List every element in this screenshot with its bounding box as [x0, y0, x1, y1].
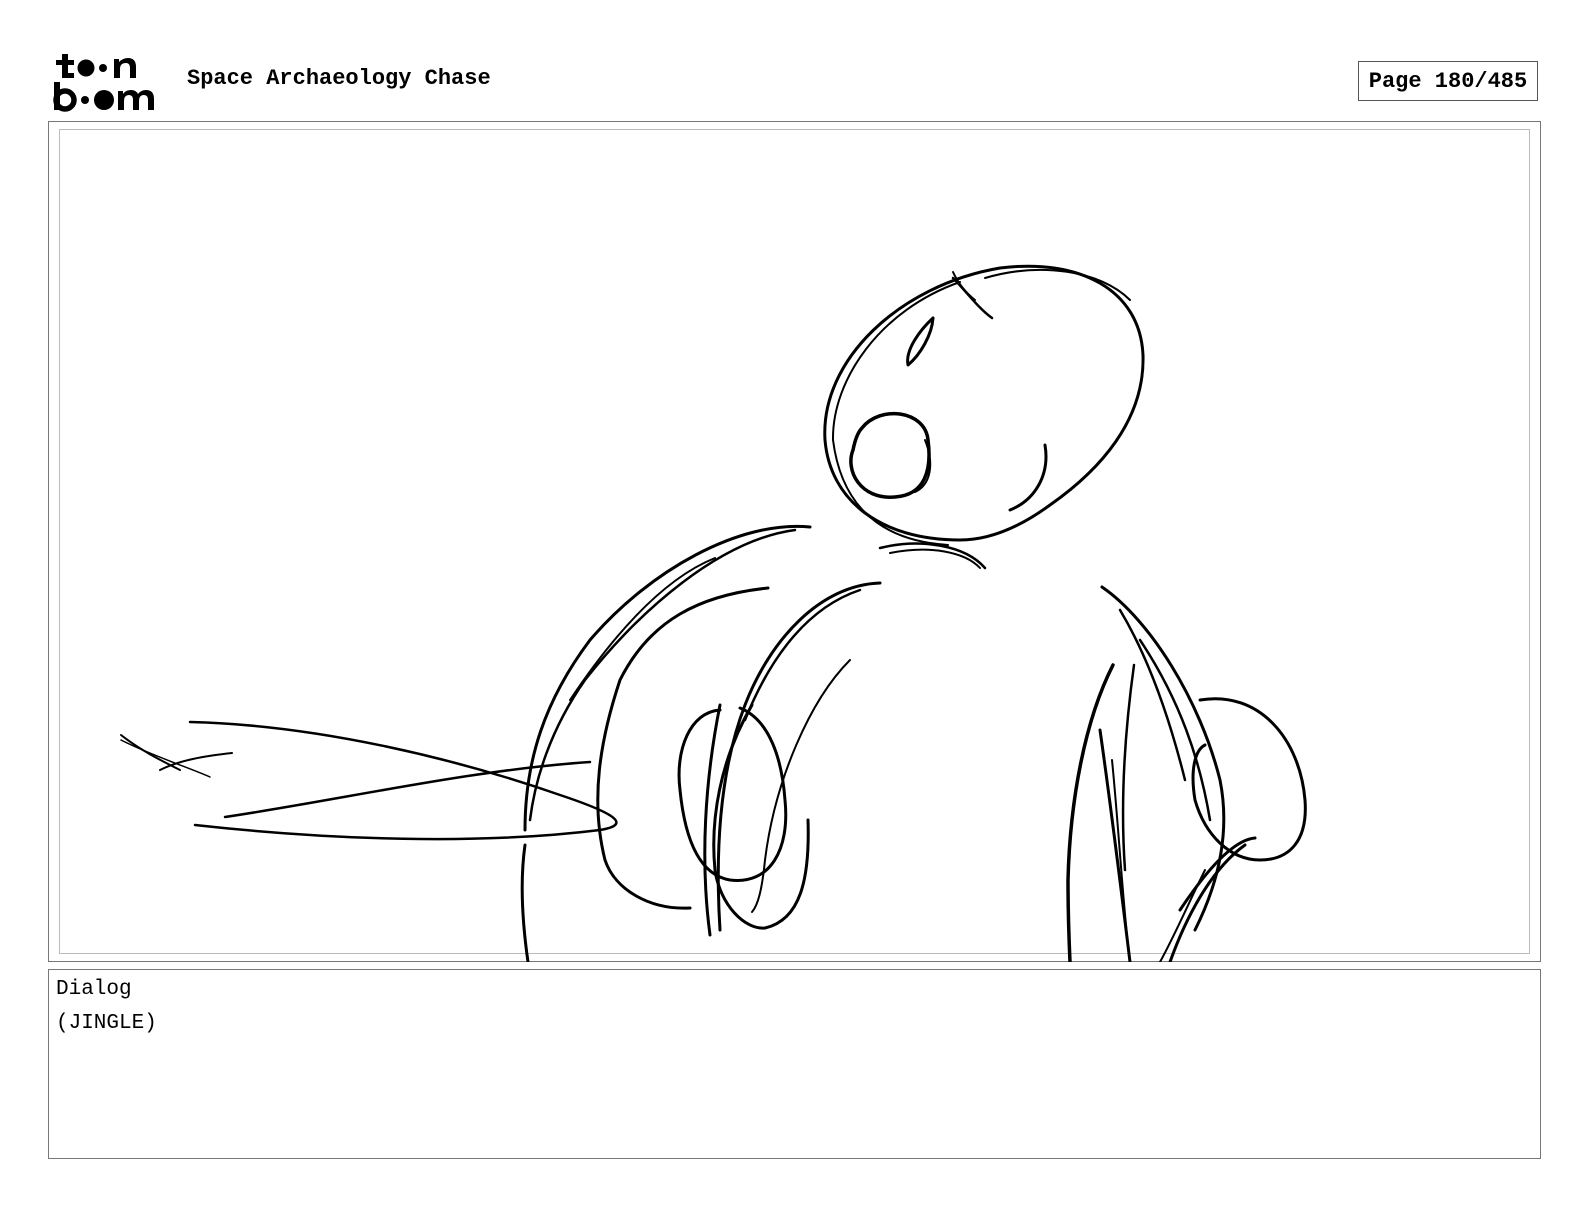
page-counter: Page 180/485	[1358, 61, 1538, 101]
dialog-label: Dialog	[56, 978, 132, 1001]
panel-sketch	[120, 264, 1307, 962]
toon-boom-logo	[53, 54, 154, 112]
dialog-text: (JINGLE)	[56, 1012, 157, 1035]
project-title: Space Archaeology Chase	[187, 66, 491, 91]
dialog-box: Dialog (JINGLE)	[48, 969, 1541, 1159]
